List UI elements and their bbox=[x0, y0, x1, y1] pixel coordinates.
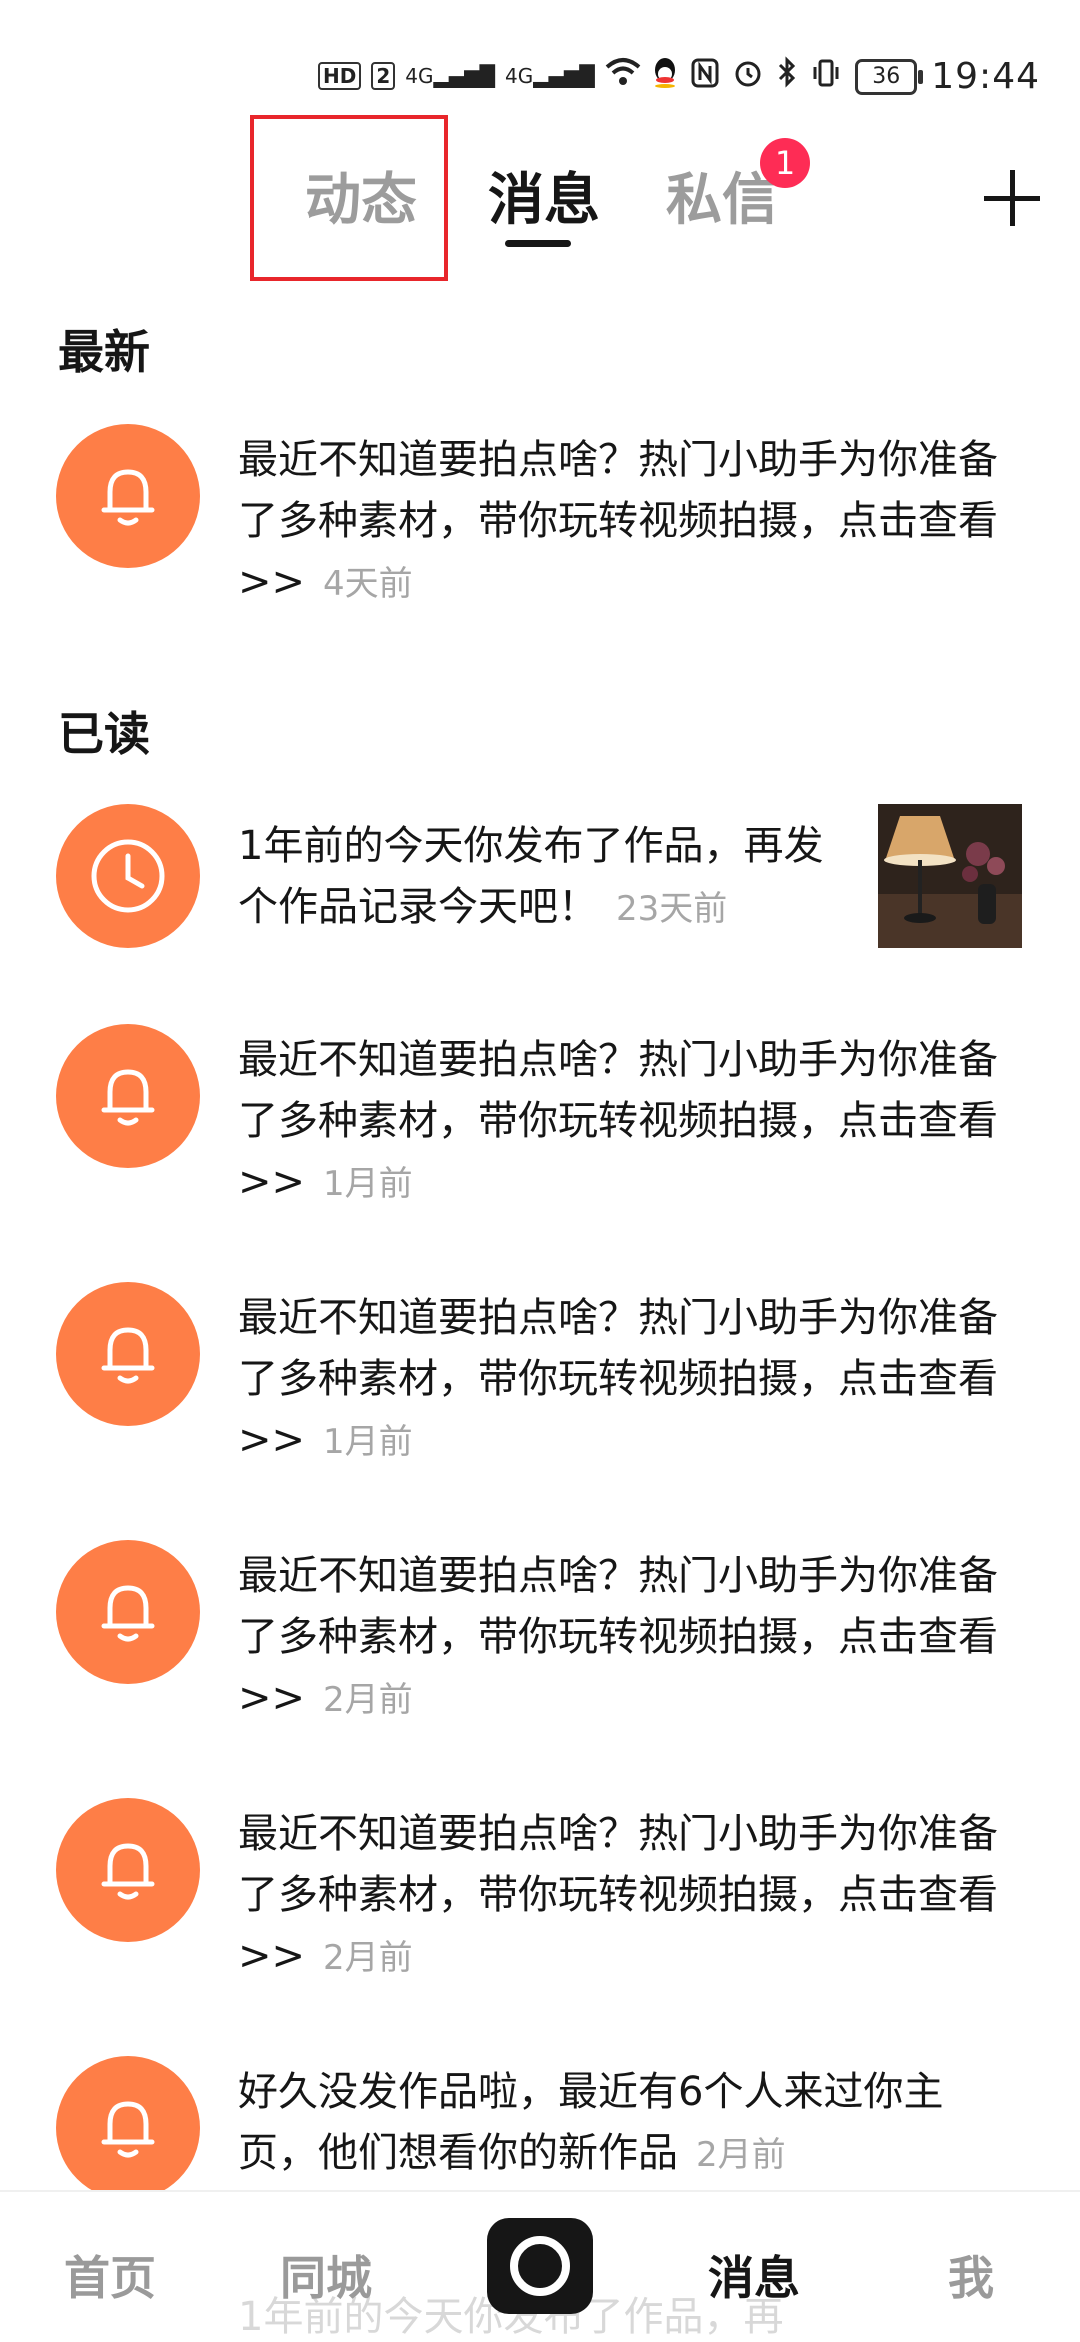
sim-icon: 2 bbox=[371, 61, 396, 90]
tab-messages[interactable]: 消息 bbox=[488, 155, 600, 236]
nav-home[interactable]: 首页 bbox=[64, 2242, 156, 2308]
status-bar: HD 2 4G▂▄▆█ 4G▂▄▆█ 36 19:44 bbox=[0, 0, 1080, 120]
add-button[interactable] bbox=[984, 170, 1040, 226]
signal-icon-2: 4G▂▄▆█ bbox=[505, 63, 595, 88]
item-text: 最近不知道要拍点啥？热门小助手为你准备了多种素材，带你玩转视频拍摄，点击查看>>… bbox=[238, 1037, 998, 1205]
section-title-read: 已读 bbox=[58, 707, 150, 761]
status-right: 36 19:44 bbox=[691, 56, 1040, 97]
item-time: 1月前 bbox=[323, 1422, 413, 1462]
dm-unread-badge: 1 bbox=[760, 138, 810, 188]
item-text: 1年前的今天你发布了作品，再发个作品记录今天吧！ 23天前 bbox=[238, 823, 824, 930]
item-time: 23天前 bbox=[616, 889, 728, 929]
status-left: HD 2 4G▂▄▆█ 4G▂▄▆█ bbox=[318, 56, 679, 95]
item-text: 最近不知道要拍点啥？热门小助手为你准备了多种素材，带你玩转视频拍摄，点击查看>>… bbox=[238, 437, 998, 605]
bell-icon bbox=[56, 1540, 200, 1684]
item-time: 2月前 bbox=[323, 1680, 413, 1720]
item-text: 最近不知道要拍点啥？热门小助手为你准备了多种素材，带你玩转视频拍摄，点击查看>>… bbox=[238, 1295, 998, 1463]
wifi-icon bbox=[605, 57, 641, 94]
item-time: 2月前 bbox=[323, 1938, 413, 1978]
bell-icon bbox=[56, 1024, 200, 1168]
bell-icon bbox=[56, 2056, 200, 2200]
item-time: 2月前 bbox=[696, 2135, 786, 2175]
camera-button[interactable] bbox=[487, 2218, 593, 2314]
clock-icon bbox=[56, 804, 200, 948]
post-thumbnail[interactable] bbox=[878, 804, 1022, 948]
battery-icon: 36 bbox=[855, 58, 924, 95]
item-time: 1月前 bbox=[323, 1164, 413, 1204]
item-text: 最近不知道要拍点啥？热门小助手为你准备了多种素材，带你玩转视频拍摄，点击查看>>… bbox=[238, 1553, 998, 1721]
bell-icon bbox=[56, 1798, 200, 1942]
bottom-nav: 1年前的今天你发布了作品，再 首页 同城 消息 我 bbox=[0, 2190, 1080, 2342]
tab-active-indicator bbox=[505, 240, 571, 247]
item-time: 4天前 bbox=[323, 564, 413, 604]
item-text: 好久没发作品啦，最近有6个人来过你主页，他们想看你的新作品 2月前 bbox=[238, 2069, 944, 2176]
nav-messages[interactable]: 消息 bbox=[708, 2242, 800, 2308]
nfc-icon bbox=[691, 57, 719, 97]
alarm-icon bbox=[733, 57, 763, 97]
item-text: 最近不知道要拍点啥？热门小助手为你准备了多种素材，带你玩转视频拍摄，点击查看>>… bbox=[238, 1811, 998, 1979]
bluetooth-icon bbox=[777, 56, 797, 97]
bell-icon bbox=[56, 424, 200, 568]
hd-icon: HD bbox=[318, 61, 362, 90]
vibrate-icon bbox=[811, 57, 841, 97]
qq-icon bbox=[651, 56, 679, 95]
nav-city[interactable]: 同城 bbox=[280, 2242, 372, 2308]
camera-icon bbox=[510, 2236, 570, 2296]
status-time: 19:44 bbox=[931, 56, 1040, 97]
tab-dynamic[interactable]: 动态 bbox=[305, 155, 417, 236]
nav-me[interactable]: 我 bbox=[948, 2242, 994, 2308]
bell-icon bbox=[56, 1282, 200, 1426]
section-title-latest: 最新 bbox=[58, 325, 150, 379]
top-tabs: 动态 消息 私信 1 bbox=[0, 115, 1080, 281]
signal-icon: 4G▂▄▆█ bbox=[405, 63, 496, 88]
